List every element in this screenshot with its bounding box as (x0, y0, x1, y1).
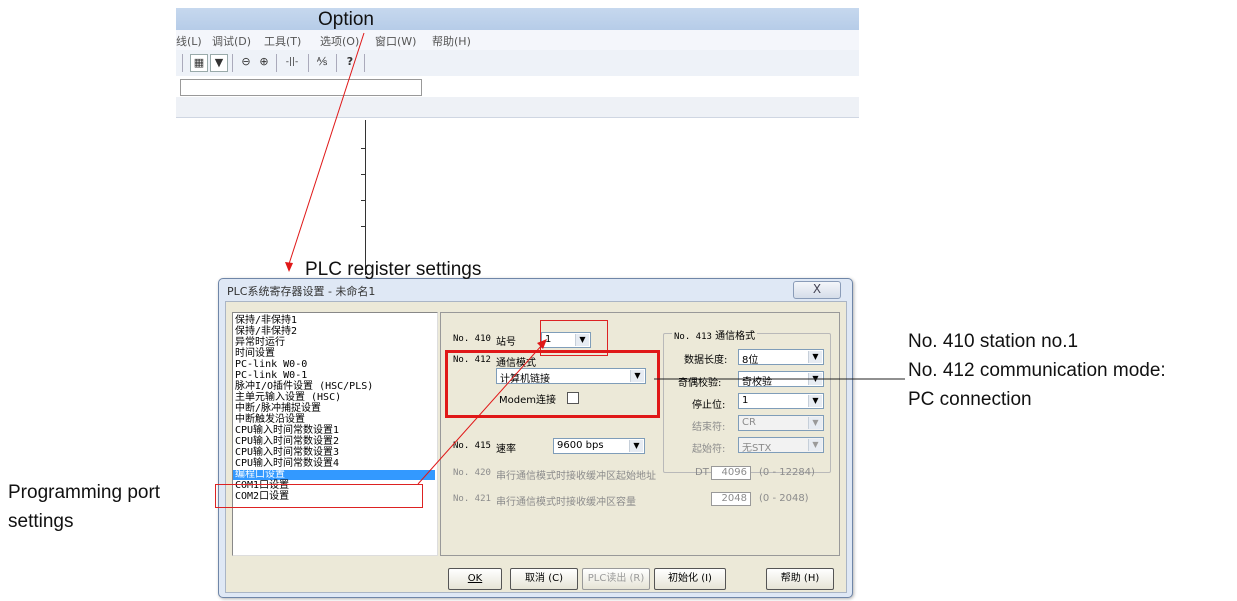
right-annotation-1: No. 410 station no.1 (908, 331, 1079, 352)
right-annotation-2: No. 412 communication mode: (908, 360, 1166, 381)
programming-port-annotation-1: Programming port (8, 482, 161, 503)
arrow-port-head (537, 339, 547, 349)
arrow-option-head (285, 262, 293, 272)
right-annotation-3: PC connection (908, 389, 1032, 410)
programming-port-annotation-2: settings (8, 511, 74, 532)
annotation-arrows (285, 32, 905, 485)
option-annotation: Option (318, 9, 374, 30)
arrow-port-line (417, 344, 543, 485)
plc-register-annotation: PLC register settings (305, 259, 482, 280)
arrow-option-line (288, 32, 365, 265)
